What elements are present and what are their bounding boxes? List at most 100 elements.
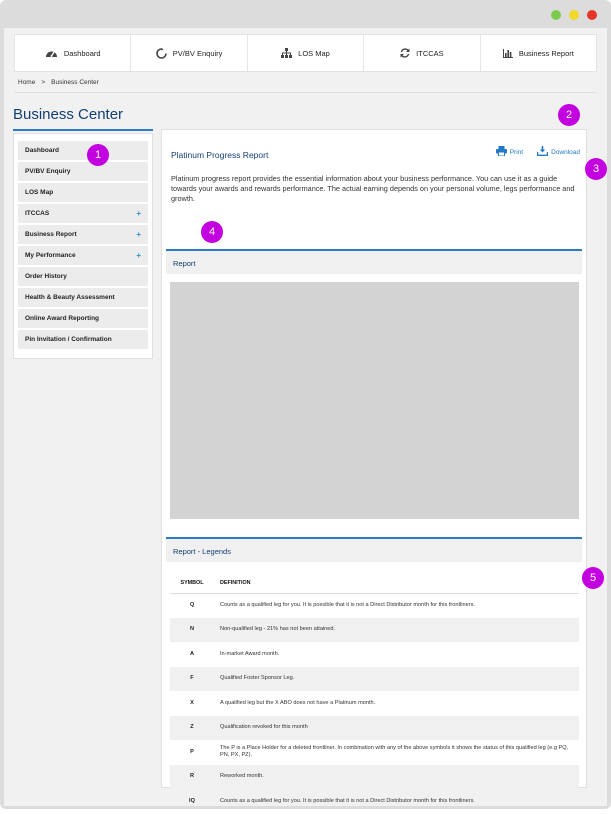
sidebar-item-pvbv-enquiry[interactable]: PV/BV Enquiry [18, 162, 148, 181]
sidebar-item-label: LOS Map [25, 189, 54, 196]
legend-symbol: IQ [189, 797, 195, 804]
print-label: Print [509, 149, 524, 156]
legend-row: Z Qualification revoked for this month [170, 715, 579, 740]
nav-los-label: LOS Map [298, 48, 330, 58]
nav-los-map[interactable]: LOS Map [248, 35, 365, 71]
sidebar-item-label: Order History [25, 273, 67, 280]
legends-section-header: Report - Legends [166, 537, 582, 562]
sidebar-item-my-performance[interactable]: My Performance + [18, 246, 148, 265]
sidebar-item-label: Health & Beauty Assessment [25, 294, 115, 301]
nav-dashboard[interactable]: Dashboard [15, 35, 132, 71]
legend-row: N Non-qualified leg - 21% has not been at… [170, 617, 579, 642]
window-controls [551, 10, 597, 20]
legend-symbol: F [170, 666, 214, 691]
page-title: Business Center [13, 106, 124, 123]
legends-section-title: Report - Legends [173, 547, 231, 556]
report-section-title: Report [173, 259, 196, 268]
legend-row: X A qualified leg but the X ABO does not … [170, 691, 579, 716]
minimize-dot-icon[interactable] [551, 10, 561, 20]
sidebar-item-label: Pin Invitation / Confirmation [25, 336, 112, 343]
legend-definition: Qualification revoked for this month [214, 715, 579, 740]
sidebar-item-label: Business Report [25, 231, 77, 238]
sidebar-item-label: Online Award Reporting [25, 315, 100, 322]
legend-symbol: X [190, 699, 194, 706]
legend-header-row: SYMBOL DEFINITION [170, 573, 579, 594]
legend-definition: The P is a Place Holder for a deleted fr… [220, 745, 569, 759]
sidebar-item-business-report[interactable]: Business Report + [18, 225, 148, 244]
legend-row: IQ Counts as a qualified leg for you. It … [170, 789, 579, 814]
sidebar-item-label: PV/BV Enquiry [25, 168, 71, 175]
legend-definition: Reworked month. [214, 764, 579, 789]
sidebar-item-online-award[interactable]: Online Award Reporting [18, 309, 148, 328]
legend-definition: Counts as a qualified leg for you. It is… [220, 602, 475, 608]
maximize-dot-icon[interactable] [569, 10, 579, 20]
sidebar-item-label: Dashboard [25, 147, 59, 154]
nav-itccas[interactable]: ITCCAS [364, 35, 481, 71]
bar-chart-icon [502, 48, 513, 58]
legend-definition: A qualified leg but the X ABO does not h… [220, 699, 376, 706]
browser-frame: Dashboard PV/BV Enquiry LOS Map ITCCAS B… [0, 0, 611, 809]
download-button[interactable]: Download [537, 146, 580, 156]
sidebar: Dashboard PV/BV Enquiry LOS Map ITCCAS + … [13, 133, 153, 359]
symbol-column-header: SYMBOL [170, 573, 214, 594]
sidebar-item-label: My Performance [25, 252, 76, 259]
report-panel: Platinum Progress Report Print Download … [161, 129, 587, 804]
breadcrumb-divider [14, 92, 597, 93]
report-actions: Print Download [495, 146, 580, 156]
sidebar-item-itccas[interactable]: ITCCAS + [18, 204, 148, 223]
breadcrumb-current: Business Center [51, 79, 99, 86]
nav-business-report[interactable]: Business Report [481, 35, 596, 71]
legend-row: A In-market Award month. [170, 642, 579, 667]
title-underline [13, 129, 153, 131]
legend-symbol: P [190, 748, 194, 755]
nav-pvbv-enquiry[interactable]: PV/BV Enquiry [131, 35, 248, 71]
close-dot-icon[interactable] [587, 10, 597, 20]
print-button[interactable]: Print [495, 146, 524, 156]
download-label: Download [551, 149, 580, 156]
legend-table: SYMBOL DEFINITION Q Counts as a qualified… [170, 573, 579, 814]
legend-row: P The P is a Place Holder for a deleted f… [170, 740, 579, 765]
nav-dashboard-label: Dashboard [63, 48, 101, 58]
breadcrumb: Home > Business Center [18, 79, 99, 86]
definition-column-header: DEFINITION [214, 573, 579, 594]
sidebar-item-los-map[interactable]: LOS Map [18, 183, 148, 202]
report-placeholder [170, 282, 579, 519]
download-icon [537, 146, 549, 156]
speedometer-icon [45, 51, 57, 57]
nav-business-report-label: Business Report [518, 48, 574, 58]
legend-definition: In-market Award month. [220, 650, 280, 657]
legend-row: Q Counts as a qualified leg for you. It i… [170, 593, 579, 618]
legend-definition: Non-qualified leg - 21% has not been att… [214, 617, 579, 642]
nav-pvbv-label: PV/BV Enquiry [172, 48, 223, 58]
annotation-marker-2: 2 [558, 104, 580, 126]
annotation-marker-5: 5 [582, 567, 604, 589]
report-description: Platinum progress report provides the es… [171, 174, 575, 203]
annotation-marker-3: 3 [585, 158, 607, 180]
legend-definition: Qualified Foster Sponsor Leg. [214, 666, 579, 691]
sidebar-item-dashboard[interactable]: Dashboard [18, 141, 148, 160]
breadcrumb-separator: > [41, 79, 46, 86]
refresh-circle-icon [156, 47, 167, 59]
nav-itccas-label: ITCCAS [416, 48, 444, 58]
annotation-marker-4: 4 [201, 221, 223, 243]
legend-definition: Counts as a qualified leg for you. It is… [220, 797, 475, 804]
legend-symbol: N [170, 617, 214, 642]
breadcrumb-home[interactable]: Home [18, 79, 35, 86]
top-navigation: Dashboard PV/BV Enquiry LOS Map ITCCAS B… [14, 34, 597, 72]
expand-plus-icon[interactable]: + [136, 251, 141, 260]
sync-arrows-icon [400, 48, 410, 58]
legend-symbol: R [170, 764, 214, 789]
legend-row: F Qualified Foster Sponsor Leg. [170, 666, 579, 691]
sidebar-item-label: ITCCAS [25, 210, 50, 217]
expand-plus-icon[interactable]: + [136, 209, 141, 218]
report-section-header: Report [166, 249, 582, 274]
legend-row: R Reworked month. [170, 764, 579, 789]
sidebar-item-order-history[interactable]: Order History [18, 267, 148, 286]
legend-symbol: Z [170, 715, 214, 740]
legend-symbol: Q [189, 602, 195, 608]
org-chart-icon [281, 48, 293, 58]
expand-plus-icon[interactable]: + [136, 230, 141, 239]
sidebar-item-health-beauty[interactable]: Health & Beauty Assessment [18, 288, 148, 307]
sidebar-item-pin-invitation[interactable]: Pin Invitation / Confirmation [18, 330, 148, 349]
printer-icon [495, 146, 507, 156]
